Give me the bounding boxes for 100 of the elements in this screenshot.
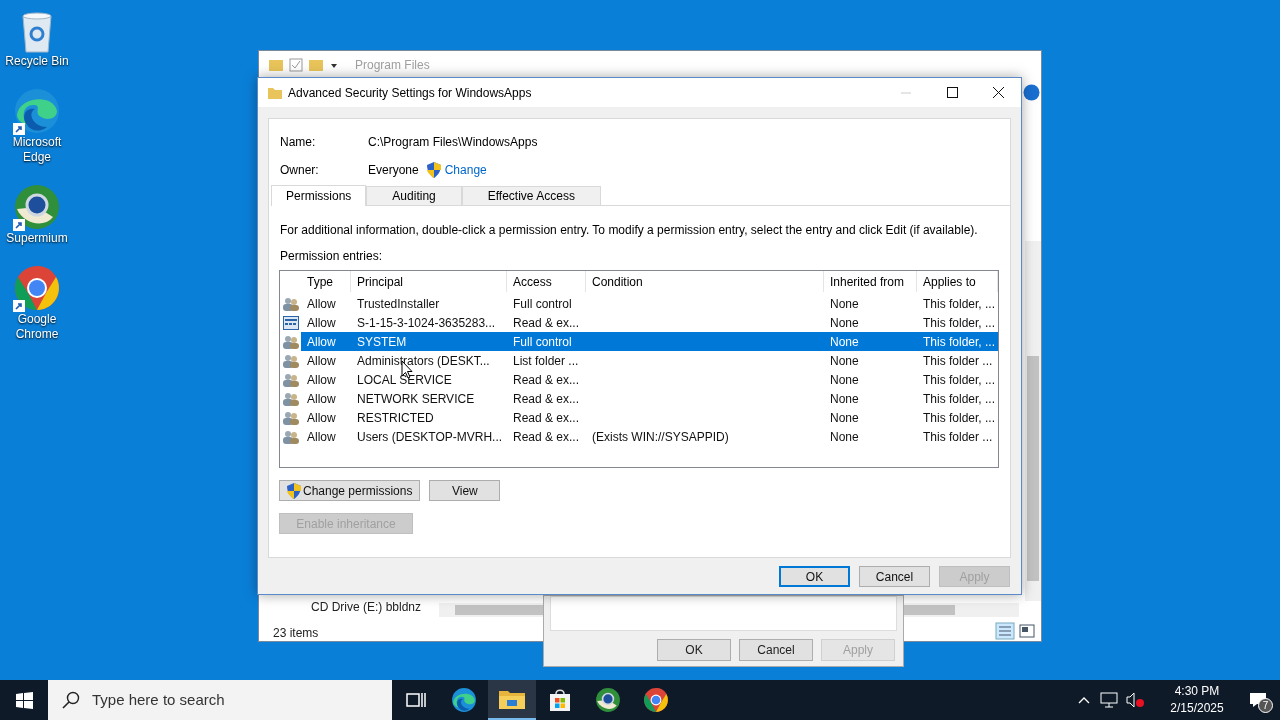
- shopping-bag-icon[interactable]: [548, 688, 572, 712]
- window-title: Advanced Security Settings for WindowsApps: [288, 84, 532, 102]
- column-header[interactable]: Applies to: [917, 271, 998, 292]
- section-label: Permission entries:: [280, 249, 384, 263]
- permission-row[interactable]: Allow TrustedInstaller Full control None This folder, ...: [301, 294, 998, 313]
- permission-row[interactable]: Allow Administrators (DESKT... List folder ... None This folder ...: [301, 351, 998, 370]
- app-package-icon: [282, 315, 299, 330]
- maximize-icon: [946, 87, 958, 98]
- search-box[interactable]: Type here to search: [48, 680, 392, 720]
- checklist-icon[interactable]: [289, 58, 303, 72]
- change-link[interactable]: Change: [444, 161, 487, 179]
- field-value: Everyone: [368, 162, 419, 179]
- column-header[interactable]: Inherited from: [824, 271, 917, 292]
- users-icon: [282, 410, 299, 425]
- chrome-icon[interactable]: [643, 687, 669, 713]
- table-cell: LOCAL SERVICE: [357, 372, 452, 387]
- table-cell: None: [830, 429, 859, 444]
- users-icon: [282, 391, 299, 406]
- table-cell: (Exists WIN://SYSAPPID): [592, 429, 729, 444]
- folder-icon: [268, 85, 282, 100]
- desktop-icon-label[interactable]: Google Chrome: [0, 312, 74, 342]
- taskbar-app[interactable]: [488, 680, 536, 720]
- drive-item[interactable]: CD Drive (E:) bbldnz: [311, 598, 422, 616]
- window-title: Program Files: [355, 57, 430, 74]
- permission-row[interactable]: Allow RESTRICTED Read & ex... None This folder, ...: [301, 408, 998, 427]
- tab[interactable]: Auditing: [366, 186, 462, 205]
- table-cell: Allow: [307, 391, 336, 406]
- table-cell: Allow: [307, 429, 336, 444]
- table-cell: Allow: [307, 372, 336, 387]
- table-cell: None: [830, 410, 859, 425]
- dialog-button[interactable]: OK: [657, 639, 731, 661]
- table-cell: Read & ex...: [513, 429, 580, 444]
- users-icon: [282, 296, 299, 311]
- notification-count: 7: [1258, 698, 1273, 713]
- table-cell: Allow: [307, 410, 336, 425]
- network-icon[interactable]: [1100, 692, 1118, 708]
- table-cell: Read & ex...: [513, 410, 580, 425]
- desktop-icon-label[interactable]: Recycle Bin: [0, 54, 74, 69]
- table-cell: Full control: [513, 334, 572, 349]
- search-placeholder: Type here to search: [92, 689, 225, 710]
- table-cell: TrustedInstaller: [357, 296, 440, 311]
- folder-icon[interactable]: [499, 688, 525, 710]
- clock-time[interactable]: 4:30 PM: [1174, 683, 1220, 700]
- task-view-icon[interactable]: [406, 691, 426, 709]
- table-cell: SYSTEM: [357, 334, 407, 349]
- globe-icon[interactable]: [13, 183, 61, 231]
- info-text: For additional information, double-click a permission entry. To modify a permission entry, select the entry and click Edit (if available).: [280, 223, 979, 237]
- users-icon: [282, 353, 299, 368]
- table-cell: Users (DESKTOP-MVRH...: [357, 429, 503, 444]
- clock-date[interactable]: 2/15/2025: [1170, 700, 1224, 717]
- desktop-icon-label[interactable]: Microsoft Edge: [0, 135, 74, 165]
- table-cell: This folder, ...: [923, 372, 996, 387]
- table-cell: Allow: [307, 334, 336, 349]
- globe-icon[interactable]: [595, 687, 621, 713]
- action-button[interactable]: View: [429, 480, 501, 501]
- column-header[interactable]: Access: [507, 271, 586, 292]
- status-text: 23 items: [273, 625, 319, 642]
- dialog-button[interactable]: Cancel: [859, 566, 930, 587]
- table-cell: This folder ...: [923, 429, 993, 444]
- permission-row[interactable]: Allow SYSTEM Full control None This folder, ...: [301, 332, 998, 351]
- permission-row[interactable]: Allow S-1-15-3-1024-3635283... Read & ex... None This folder, ...: [301, 313, 998, 332]
- field-label: Owner:: [280, 162, 320, 179]
- column-header[interactable]: Type: [301, 271, 351, 292]
- table-cell: Allow: [307, 315, 336, 330]
- column-header[interactable]: Principal: [351, 271, 507, 292]
- notification-button[interactable]: 7: [1236, 680, 1280, 720]
- tab[interactable]: Permissions: [271, 185, 367, 206]
- edge-icon[interactable]: [13, 87, 61, 135]
- table-cell: Administrators (DESKT...: [357, 353, 490, 368]
- permission-row[interactable]: Allow LOCAL SERVICE Read & ex... None This folder, ...: [301, 370, 998, 389]
- shield-icon: [287, 482, 301, 499]
- field-value: C:\Program Files\WindowsApps: [368, 134, 538, 151]
- table-cell: None: [830, 315, 859, 330]
- table-cell: None: [830, 353, 859, 368]
- muted-speaker-icon[interactable]: [1126, 692, 1144, 708]
- tiles-view-icon[interactable]: [1019, 624, 1035, 638]
- users-icon: [282, 429, 299, 444]
- desktop-icon-label[interactable]: Supermium: [0, 231, 74, 246]
- action-button[interactable]: Change permissions: [279, 480, 421, 501]
- table-cell: Read & ex...: [513, 372, 580, 387]
- edge-icon[interactable]: [451, 687, 477, 713]
- permission-row[interactable]: Allow NETWORK SERVICE Read & ex... None This folder, ...: [301, 389, 998, 408]
- chevron-up-icon[interactable]: [1078, 696, 1090, 704]
- search-icon: [62, 691, 80, 709]
- users-icon: [282, 372, 299, 387]
- shield-icon: [426, 162, 441, 178]
- tab[interactable]: Effective Access: [461, 186, 601, 205]
- users-icon: [282, 334, 299, 349]
- help-icon[interactable]: [1023, 84, 1040, 101]
- permission-row[interactable]: Allow Users (DESKTOP-MVRH... Read & ex... (Exists WIN://SYSAPPID) None This folder ...: [301, 427, 998, 446]
- field-label: Name:: [280, 134, 317, 151]
- dialog-button[interactable]: Cancel: [739, 639, 813, 661]
- column-header[interactable]: Condition: [586, 271, 824, 292]
- table-cell: None: [830, 334, 859, 349]
- table-cell: None: [830, 296, 859, 311]
- table-cell: This folder, ...: [923, 296, 996, 311]
- table-cell: This folder ...: [923, 353, 993, 368]
- table-cell: RESTRICTED: [357, 410, 434, 425]
- scrollbar[interactable]: [1025, 241, 1041, 601]
- dialog-button[interactable]: OK: [779, 566, 850, 587]
